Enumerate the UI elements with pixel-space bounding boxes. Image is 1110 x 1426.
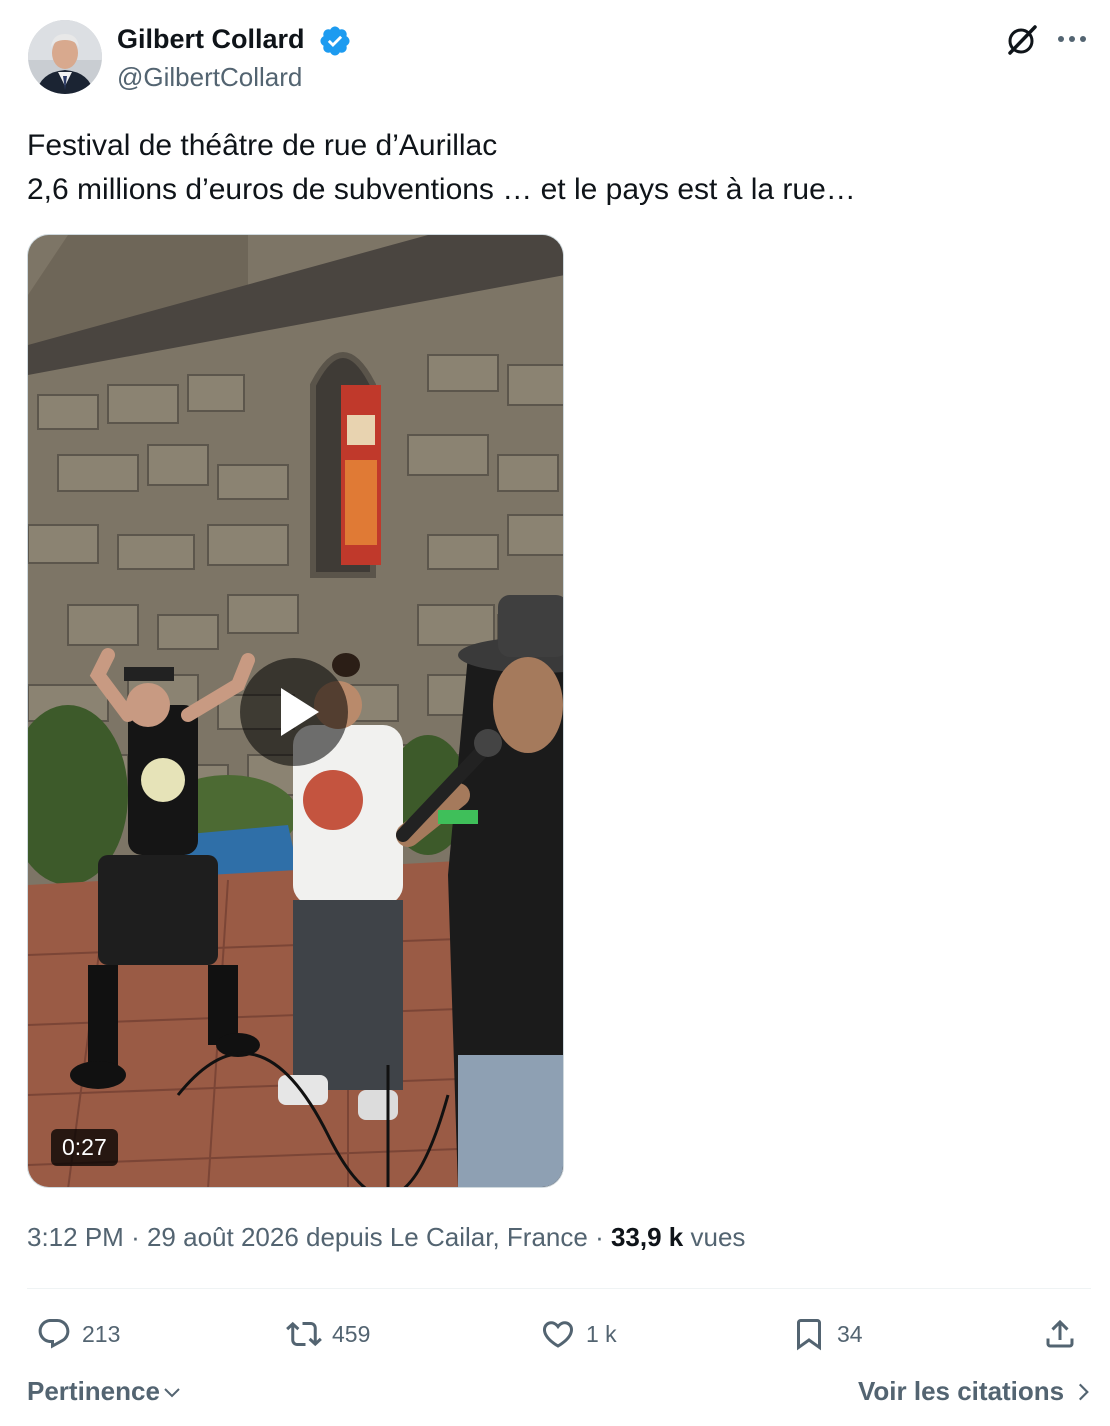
like-count: 1 k xyxy=(586,1320,617,1347)
sort-dropdown[interactable]: Pertinence xyxy=(27,1376,184,1407)
tweet-time[interactable]: 3:12 PM xyxy=(27,1222,124,1252)
repost-button[interactable]: 459 xyxy=(286,1312,370,1356)
like-button[interactable]: 1 k xyxy=(540,1312,617,1356)
share-button[interactable] xyxy=(1042,1312,1078,1356)
like-icon xyxy=(542,1321,574,1348)
tweet-text: Festival de théâtre de rue d’Aurillac 2,… xyxy=(27,124,856,212)
view-quotes-link[interactable]: Voir les citations xyxy=(858,1376,1096,1407)
divider xyxy=(27,1288,1091,1289)
verified-badge-icon xyxy=(318,24,352,58)
bookmark-count: 34 xyxy=(837,1320,863,1347)
tweet-text-line: Festival de théâtre de rue d’Aurillac xyxy=(27,129,498,162)
repost-icon xyxy=(286,1321,322,1347)
tweet-text-line: 2,6 millions d’euros de subventions … et… xyxy=(27,173,856,206)
meta-separator: · xyxy=(595,1222,604,1252)
repost-count: 459 xyxy=(332,1320,371,1347)
share-icon xyxy=(1046,1319,1074,1348)
sort-label: Pertinence xyxy=(27,1376,160,1406)
chevron-right-icon xyxy=(1079,1383,1090,1400)
reply-button[interactable]: 213 xyxy=(36,1312,120,1356)
play-icon xyxy=(281,688,319,736)
bookmark-button[interactable]: 34 xyxy=(791,1312,863,1356)
tweet-meta: 3:12 PM · 29 août 2026 depuis Le Cailar,… xyxy=(27,1222,745,1253)
author-name[interactable]: Gilbert Collard xyxy=(117,24,305,55)
reply-icon xyxy=(38,1319,70,1349)
meta-separator: · xyxy=(131,1222,140,1252)
reply-count: 213 xyxy=(82,1320,121,1347)
video-duration: 0:27 xyxy=(51,1129,118,1166)
quotes-label: Voir les citations xyxy=(858,1376,1065,1406)
views-count: 33,9 k xyxy=(610,1222,684,1252)
play-button[interactable] xyxy=(240,658,348,766)
views-label: vues xyxy=(690,1222,746,1252)
chevron-down-icon xyxy=(164,1387,180,1397)
grok-icon[interactable] xyxy=(1004,22,1040,58)
more-icon[interactable] xyxy=(1054,24,1090,54)
tweet-date-location[interactable]: 29 août 2026 depuis Le Cailar, France xyxy=(147,1222,588,1252)
bookmark-icon xyxy=(797,1319,821,1351)
author-handle[interactable]: @GilbertCollard xyxy=(117,62,302,93)
avatar[interactable] xyxy=(28,20,102,94)
